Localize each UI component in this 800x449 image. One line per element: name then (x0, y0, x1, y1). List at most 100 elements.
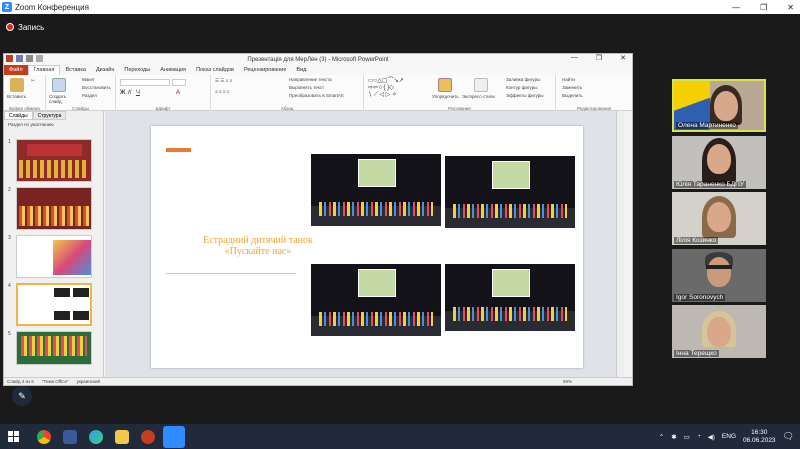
find-button[interactable]: Найти (562, 77, 575, 82)
dance-photo-1[interactable] (311, 154, 441, 226)
replace-button[interactable]: Заменить (562, 85, 582, 90)
status-language[interactable]: украинский (77, 379, 100, 384)
quick-styles-icon[interactable] (474, 78, 488, 92)
participant-tile[interactable]: Igor Soronovych (672, 249, 766, 302)
dancers (319, 312, 433, 326)
current-slide[interactable]: Естрадний дитячий танок «Пускайте нас» (151, 126, 583, 368)
shape-effects-button[interactable]: Эффекты фигуры (506, 93, 544, 98)
slide-thumbnail-2[interactable] (16, 187, 92, 230)
start-icon[interactable] (8, 431, 19, 442)
bluetooth-icon[interactable]: ✱ (671, 433, 676, 441)
group-paragraph: ☰ ☰ ≡ ≡ ≡ ≡ ≡ ≡ Направление текста Выров… (211, 75, 364, 111)
clock[interactable]: 16:30 06.06.2023 (743, 429, 776, 445)
tab-transitions[interactable]: Переходы (119, 67, 155, 73)
volume-icon[interactable]: ◀) (708, 433, 715, 441)
dancers (453, 307, 567, 321)
zoom-level[interactable]: 69% (563, 379, 572, 384)
participant-tile[interactable]: Лілія Козинко (672, 192, 766, 245)
panel-tabs: Слайды Структура (4, 111, 103, 120)
dance-photo-2[interactable] (445, 156, 575, 228)
font-name-field[interactable] (120, 79, 170, 86)
thumb-image (19, 206, 89, 226)
participant-tile[interactable]: Інна Терещко (672, 305, 766, 358)
dance-photo-3[interactable] (311, 264, 441, 336)
slide-title[interactable]: Естрадний дитячий танок «Пускайте нас» (173, 235, 343, 257)
quick-styles-button[interactable]: Экспресс-стили (462, 94, 495, 99)
tab-view[interactable]: Вид (291, 67, 311, 73)
tab-design[interactable]: Дизайн (91, 67, 120, 73)
chrome-icon[interactable] (37, 429, 51, 444)
italic-icon[interactable]: К (128, 90, 132, 96)
powerpoint-icon[interactable] (141, 429, 155, 444)
slide-thumbnail-4[interactable] (16, 283, 92, 326)
shapes-gallery[interactable]: ▭○△▢⌒↘↗ ⇨⇦☆{ }◇ ∖ ⟋ ◁ ▷ ✧ (368, 78, 428, 100)
slide-edit-area: Естрадний дитячий танок «Пускайте нас» (105, 111, 624, 377)
save-icon[interactable] (16, 55, 23, 62)
align-text-button[interactable]: Выровнять текст (289, 85, 324, 90)
slide-thumbnail-1[interactable] (16, 139, 92, 182)
ppt-close-icon[interactable]: ✕ (620, 54, 626, 62)
slide-scrollbar[interactable] (616, 111, 624, 377)
language-indicator[interactable]: ENG (722, 433, 736, 440)
zoom-app-icon[interactable] (163, 425, 185, 448)
section-button[interactable]: Раздел (82, 93, 97, 98)
tab-slides[interactable]: Слайды (4, 111, 33, 120)
shape-fill-button[interactable]: Заливка фигуры (506, 77, 540, 82)
notifications-icon[interactable]: 🗨 (783, 431, 794, 442)
new-slide-icon[interactable] (52, 78, 66, 92)
create-slide-button[interactable]: Создать слайд (49, 94, 75, 104)
arrange-icon[interactable] (438, 78, 452, 92)
layout-button[interactable]: Макет (82, 77, 95, 82)
network-icon[interactable]: ◔ (697, 433, 701, 440)
participant-tile[interactable]: Юлія Тараненко БДПУ (672, 136, 766, 189)
thumb-image (54, 288, 70, 297)
tab-animation[interactable]: Анимация (155, 67, 191, 73)
slide-thumbnail-3[interactable] (16, 235, 92, 278)
participant-tile[interactable]: Олена Мартиненко (672, 79, 766, 132)
underline-icon[interactable]: Ч (136, 90, 140, 96)
ppt-maximize-icon[interactable]: ❐ (596, 54, 602, 62)
thumb-image (53, 240, 91, 275)
ppt-minimize-icon[interactable]: — (571, 54, 578, 62)
undo-icon[interactable] (26, 55, 33, 62)
edge-icon[interactable] (89, 429, 103, 444)
slide-thumbnail-5[interactable] (16, 331, 92, 365)
tab-review[interactable]: Рецензирование (239, 67, 291, 73)
save-app-icon[interactable] (63, 429, 77, 444)
file-explorer-icon[interactable] (115, 429, 129, 444)
section-header[interactable]: Раздел по умолчанию (4, 120, 103, 129)
tab-home[interactable]: Главная (27, 65, 61, 75)
participant-name: Igor Soronovych (674, 294, 726, 301)
bullets-icon[interactable]: ☰ ☰ ≡ ≡ (215, 78, 232, 84)
zoom-window-title: Zoom Конференция (15, 2, 89, 12)
close-icon[interactable]: ✕ (787, 3, 794, 12)
chevron-up-icon[interactable]: ⌃ (659, 433, 664, 441)
cut-icon[interactable]: ✂ (31, 78, 35, 84)
align-icons[interactable]: ≡ ≡ ≡ ≡ (215, 89, 229, 94)
battery-icon[interactable]: ▭ (684, 433, 690, 441)
redo-icon[interactable] (36, 55, 43, 62)
recording-label[interactable]: Запись (18, 23, 44, 32)
paste-icon[interactable] (10, 78, 24, 92)
group-clipboard: Вставить ✂ Буфер обмена (4, 75, 46, 111)
dance-photo-4[interactable] (445, 264, 575, 331)
shape-outline-button[interactable]: Контур фигуры (506, 85, 537, 90)
tab-file[interactable]: Файл (4, 65, 28, 75)
text-direction-button[interactable]: Направление текста (289, 77, 332, 82)
reset-button[interactable]: Восстановить (82, 85, 111, 90)
maximize-icon[interactable]: ❐ (760, 3, 767, 12)
tab-outline[interactable]: Структура (32, 111, 67, 120)
bold-icon[interactable]: Ж (120, 90, 125, 96)
font-color-icon[interactable]: A (176, 90, 180, 96)
font-size-field[interactable] (172, 79, 186, 86)
tab-insert[interactable]: Вставка (60, 67, 90, 73)
ppt-body: Слайды Структура Раздел по умолчанию 1 2… (4, 111, 632, 406)
select-button[interactable]: Выделить (562, 93, 583, 98)
smartart-button[interactable]: Преобразовать в SmartArt (289, 93, 344, 98)
tab-slideshow[interactable]: Показ слайдов (191, 67, 239, 73)
paste-button[interactable]: Вставить (7, 94, 26, 99)
arrange-button[interactable]: Упорядочить (432, 94, 459, 99)
minimize-icon[interactable]: — (732, 3, 740, 12)
pen-icon[interactable]: ✎ (12, 386, 32, 406)
slides-panel: Слайды Структура Раздел по умолчанию 1 2… (4, 111, 104, 406)
